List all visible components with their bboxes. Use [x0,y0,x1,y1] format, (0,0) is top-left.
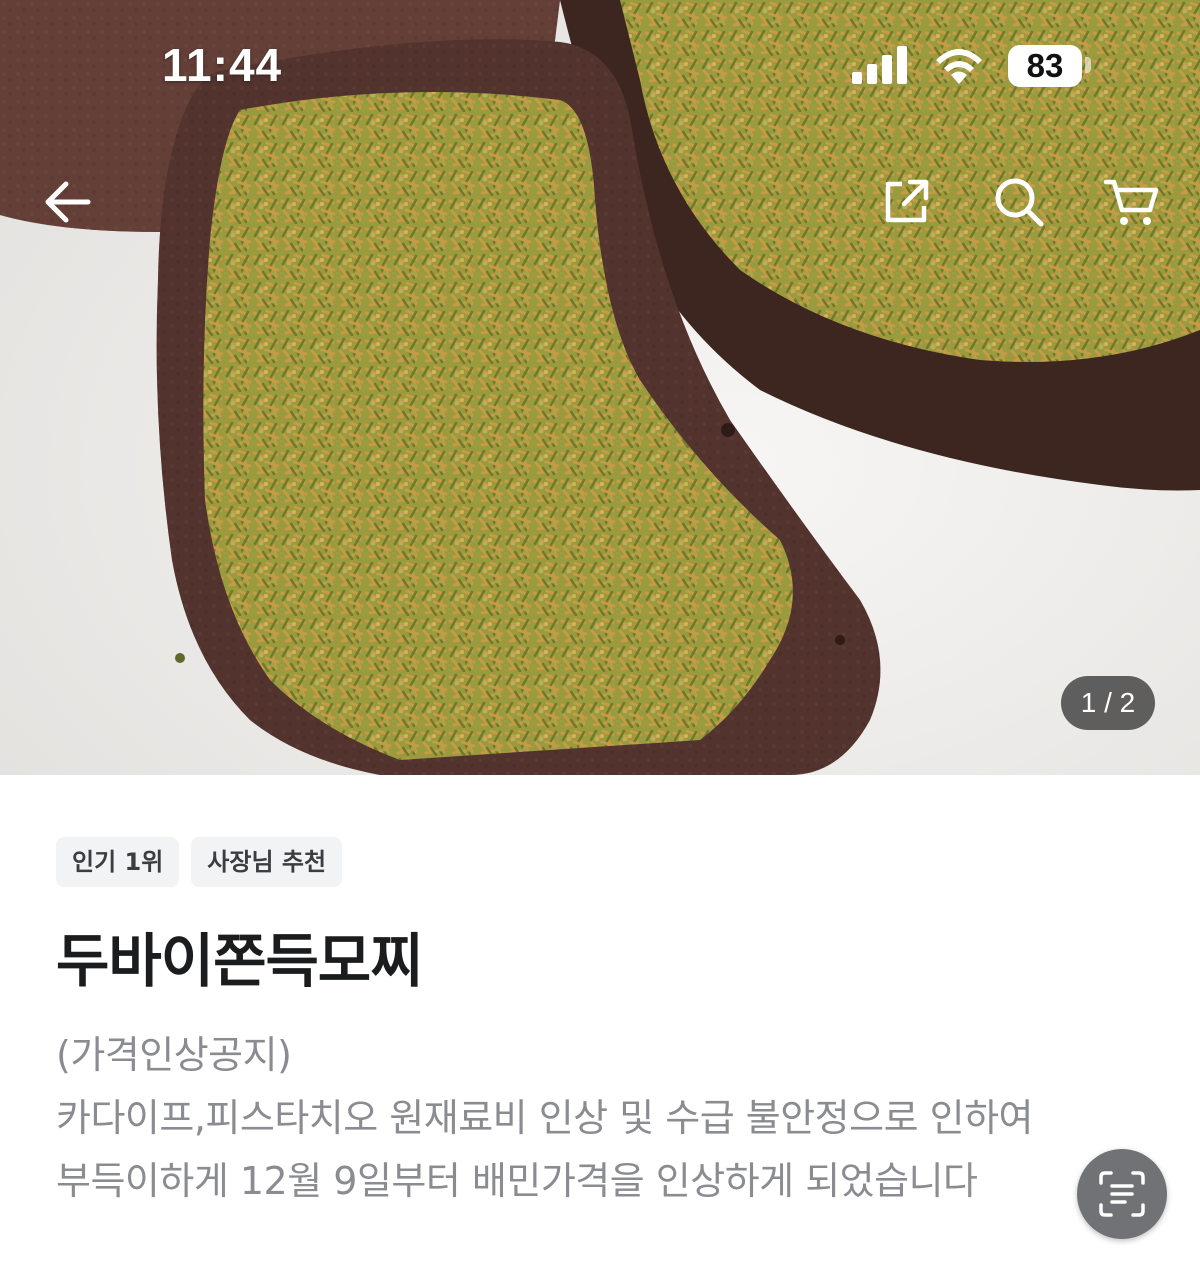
status-time: 11:44 [162,39,283,91]
battery-icon: 83 [1008,45,1082,87]
badge-list: 인기 1위 사장님 추천 [56,837,343,887]
description-line: (가격인상공지) [56,1033,292,1077]
badge-popular: 인기 1위 [56,837,180,887]
battery-tip [1085,57,1091,73]
badge-owner-pick: 사장님 추천 [191,837,343,887]
cellular-signal-icon [852,46,907,84]
text-scan-button[interactable] [1077,1149,1167,1239]
share-button[interactable] [870,166,942,238]
product-title: 두바이쫀득모찌 [56,927,424,995]
back-button[interactable] [32,166,104,238]
wifi-icon [936,49,982,84]
image-pager: 1 / 2 [1061,676,1155,730]
arrow-left-icon [45,181,91,223]
search-icon [995,178,1044,227]
cart-button[interactable] [1096,166,1168,238]
cart-icon [1103,179,1159,225]
product-photo[interactable]: 11:44 83 1 / 2 [0,0,1200,775]
share-icon [885,179,929,223]
product-image [0,0,1200,775]
search-button[interactable] [983,166,1055,238]
description-line: 카다이프,피스타치오 원재료비 인상 및 수급 불안정으로 인하여 [56,1096,1034,1140]
text-scan-icon [1099,1171,1145,1217]
